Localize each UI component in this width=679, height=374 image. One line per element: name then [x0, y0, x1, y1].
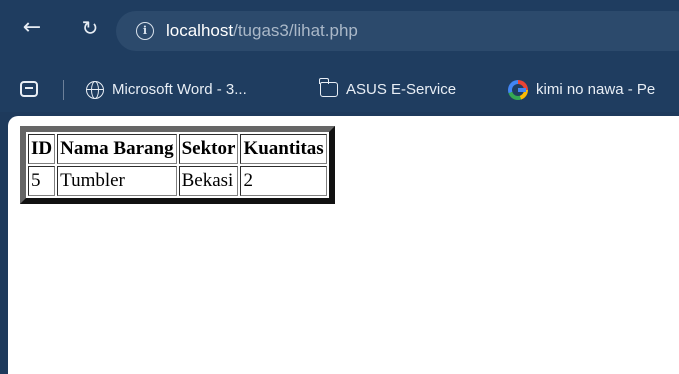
reload-icon[interactable]: ↻: [76, 14, 104, 42]
cell-nama-barang: Tumbler: [57, 166, 177, 196]
site-info-icon[interactable]: i: [136, 22, 154, 40]
barang-table: ID Nama Barang Sektor Kuantitas 5 Tumble…: [20, 126, 335, 204]
table-row: 5 Tumbler Bekasi 2: [28, 166, 327, 196]
page-viewport: ID Nama Barang Sektor Kuantitas 5 Tumble…: [8, 116, 679, 374]
url-host: localhost: [166, 21, 234, 40]
bookmark-asus-e-service[interactable]: ASUS E-Service: [319, 77, 457, 100]
cell-kuantitas: 2: [240, 166, 327, 196]
address-bar[interactable]: i localhost/tugas3/lihat.php: [116, 11, 679, 51]
google-icon: [508, 80, 528, 101]
header-sektor: Sektor: [178, 134, 239, 164]
url-text[interactable]: localhost/tugas3/lihat.php: [166, 21, 358, 41]
header-nama-barang: Nama Barang: [57, 134, 177, 164]
table-header-row: ID Nama Barang Sektor Kuantitas: [28, 134, 327, 164]
bookmarks-bar: Microsoft Word - 3... ASUS E-Service kim…: [0, 68, 679, 112]
bookmark-label: ASUS E-Service: [346, 81, 457, 98]
cell-sektor: Bekasi: [178, 166, 239, 196]
browser-toolbar: ← ↻ i localhost/tugas3/lihat.php: [0, 0, 679, 68]
header-kuantitas: Kuantitas: [240, 134, 327, 164]
bookmark-kimi-no-nawa[interactable]: kimi no nawa - Pe: [508, 80, 656, 101]
bookmark-label: Microsoft Word - 3...: [112, 81, 247, 98]
bookmark-microsoft-word[interactable]: Microsoft Word - 3...: [86, 80, 247, 100]
cell-id: 5: [28, 166, 56, 196]
bookmarks-separator: [63, 80, 64, 100]
url-path: /tugas3/lihat.php: [233, 21, 358, 40]
back-arrow-icon[interactable]: ←: [18, 14, 46, 42]
folder-icon: [319, 77, 338, 97]
header-id: ID: [28, 134, 56, 164]
globe-icon: [86, 81, 104, 100]
tab-search-icon[interactable]: [20, 81, 38, 97]
bookmark-label: kimi no nawa - Pe: [536, 81, 656, 98]
